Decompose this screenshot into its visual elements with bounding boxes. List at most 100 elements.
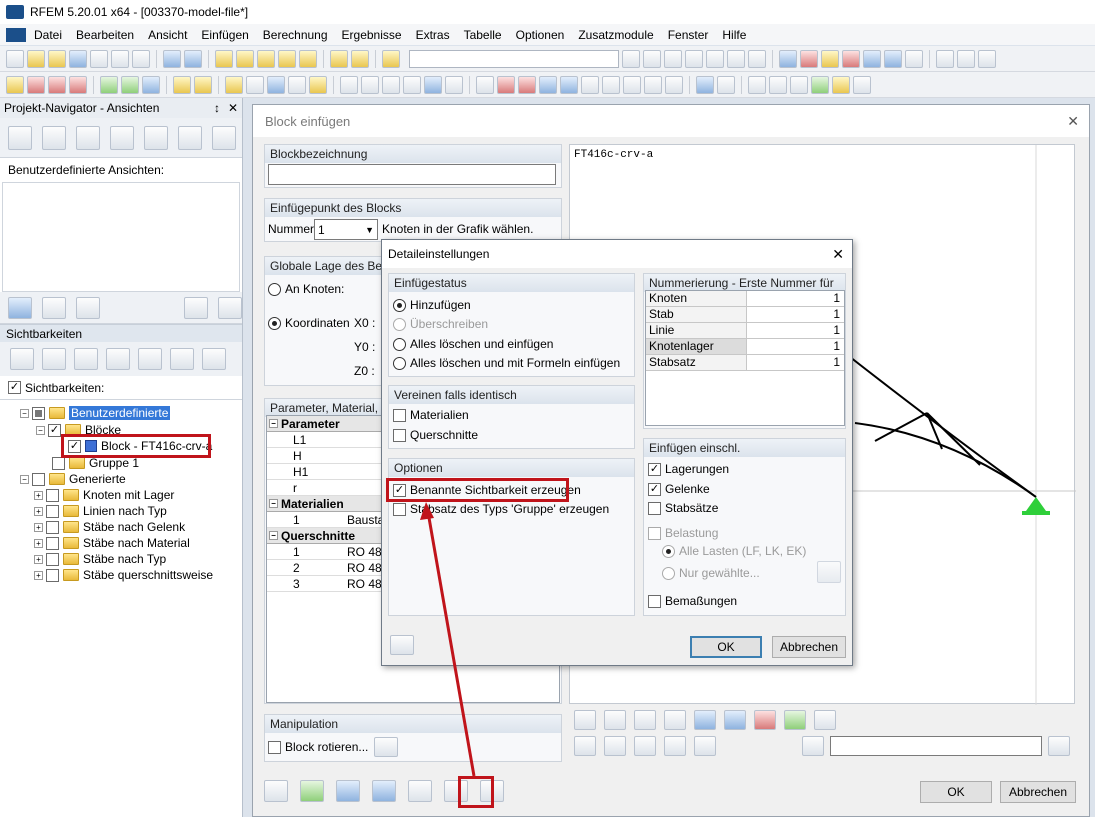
tree-checkbox[interactable]	[32, 473, 45, 486]
next-icon[interactable]	[1048, 736, 1070, 756]
menu-berechnung[interactable]: Berechnung	[263, 28, 328, 42]
add-view-icon[interactable]	[8, 297, 32, 319]
view-minus-y-icon[interactable]	[604, 736, 626, 756]
tree-item-generated-3[interactable]: +Stäbe nach Material	[34, 535, 190, 551]
status-overwrite-radio[interactable]: Überschreiben	[393, 317, 488, 331]
table-icon[interactable]	[330, 50, 348, 68]
view-v-icon[interactable]	[144, 126, 168, 150]
load-icon[interactable]	[225, 76, 243, 94]
menu-zusatzmodule[interactable]: Zusatzmodule	[578, 28, 653, 42]
preview-select[interactable]	[830, 736, 1042, 756]
results-max-icon[interactable]	[727, 50, 745, 68]
close-icon[interactable]: ✕	[228, 101, 238, 115]
opening-icon[interactable]	[142, 76, 160, 94]
open-file-icon[interactable]	[27, 50, 45, 68]
visibility-surfaces-icon[interactable]	[106, 348, 130, 370]
results-icon[interactable]	[278, 50, 296, 68]
tree-item-generated[interactable]: − Generierte	[20, 471, 126, 487]
visibility-lines-icon[interactable]	[42, 348, 66, 370]
scale-icon[interactable]	[403, 76, 421, 94]
view-eye-icon[interactable]	[706, 50, 724, 68]
status-delete-formulas-radio[interactable]: Alles löschen und mit Formeln einfügen	[393, 356, 620, 370]
status-delete-insert-radio[interactable]: Alles löschen und einfügen	[393, 337, 553, 351]
block-name-input[interactable]	[268, 164, 556, 185]
detail-ok-button[interactable]: OK	[690, 636, 762, 658]
menu-fenster[interactable]: Fenster	[668, 28, 709, 42]
new-file-icon[interactable]	[6, 50, 24, 68]
menu-einfuegen[interactable]: Einfügen	[201, 28, 248, 42]
visibility-supports-icon[interactable]	[202, 348, 226, 370]
include-hinges-checkbox[interactable]: ✓Gelenke	[648, 482, 710, 496]
export-icon[interactable]	[372, 780, 396, 802]
include-dims-checkbox[interactable]: Bemaßungen	[648, 594, 737, 608]
collapse-icon[interactable]: −	[36, 426, 45, 435]
loads-selected-radio[interactable]: Nur gewählte...	[662, 566, 760, 580]
pin-icon[interactable]: ↕	[214, 101, 220, 115]
member-icon[interactable]	[69, 76, 87, 94]
load-case-select[interactable]	[409, 50, 619, 68]
results-on-icon[interactable]	[664, 50, 682, 68]
line-icon[interactable]	[27, 76, 45, 94]
previous-icon[interactable]	[802, 736, 824, 756]
measure-icon[interactable]	[957, 50, 975, 68]
show-dimensions-icon[interactable]	[814, 710, 836, 730]
view-minus-y-icon[interactable]	[42, 126, 66, 150]
visibility-members-icon[interactable]	[74, 348, 98, 370]
detail-cancel-button[interactable]: Abbrechen	[772, 636, 846, 658]
support-view-icon[interactable]	[842, 50, 860, 68]
undo-icon[interactable]	[163, 50, 181, 68]
show-supports-icon[interactable]	[634, 710, 656, 730]
iso-view-icon[interactable]	[539, 76, 557, 94]
view-x-icon[interactable]	[574, 736, 596, 756]
view-y-icon[interactable]	[602, 76, 620, 94]
calculate-icon[interactable]	[257, 50, 275, 68]
delete-all-views-icon[interactable]	[218, 297, 242, 319]
view-z-icon[interactable]	[634, 736, 656, 756]
table-row[interactable]: Knotenlager1	[646, 339, 844, 355]
include-supports-checkbox[interactable]: ✓Lagerungen	[648, 462, 729, 476]
block-cancel-button[interactable]: Abbrechen	[1000, 781, 1076, 803]
numbering-table[interactable]: Knoten1 Stab1 Linie1 Knotenlager1 Stabsa…	[645, 290, 845, 426]
node-view-icon[interactable]	[800, 50, 818, 68]
document-icon[interactable]	[6, 28, 26, 42]
zoom-icon[interactable]	[905, 50, 923, 68]
loads-all-radio[interactable]: Alle Lasten (LF, LK, EK)	[662, 544, 806, 558]
settings-icon[interactable]	[717, 76, 735, 94]
hinge-icon[interactable]	[194, 76, 212, 94]
polyline-icon[interactable]	[48, 76, 66, 94]
select-loads-icon[interactable]	[817, 561, 841, 583]
move-icon[interactable]	[340, 76, 358, 94]
filter-icon[interactable]	[497, 76, 515, 94]
zoom-all-icon[interactable]	[694, 736, 716, 756]
collapse-icon[interactable]: −	[20, 475, 29, 484]
render-view-icon[interactable]	[884, 50, 902, 68]
table-row[interactable]: Stabsatz1	[646, 355, 844, 371]
include-sets-checkbox[interactable]: Stabsätze	[648, 501, 718, 515]
display-icon[interactable]	[696, 76, 714, 94]
divide-icon[interactable]	[424, 76, 442, 94]
menu-optionen[interactable]: Optionen	[516, 28, 565, 42]
view-z-icon[interactable]	[623, 76, 641, 94]
table-row[interactable]: Knoten1	[646, 291, 844, 307]
show-nodes-icon[interactable]	[604, 710, 626, 730]
at-node-radio[interactable]: An Knoten:	[268, 282, 344, 296]
edit-icon[interactable]	[215, 50, 233, 68]
tree-item-generated-1[interactable]: +Linien nach Typ	[34, 503, 167, 519]
menu-bearbeiten[interactable]: Bearbeiten	[76, 28, 134, 42]
include-loads-checkbox[interactable]: Belastung	[648, 526, 718, 540]
group-set-checkbox[interactable]: Stabsatz des Typs 'Gruppe' erzeugen	[393, 502, 609, 516]
tree-checkbox[interactable]: ✓	[48, 424, 61, 437]
menu-extras[interactable]: Extras	[416, 28, 450, 42]
table-split-icon[interactable]	[351, 50, 369, 68]
show-supports-green-icon[interactable]	[784, 710, 806, 730]
guideline-icon[interactable]	[769, 76, 787, 94]
folder-icon[interactable]	[299, 50, 317, 68]
solid-icon[interactable]	[121, 76, 139, 94]
visibility-sets-icon[interactable]	[170, 348, 194, 370]
select-icon[interactable]	[476, 76, 494, 94]
view-w-icon[interactable]	[178, 126, 202, 150]
coordinates-radio[interactable]: Koordinaten	[268, 316, 350, 330]
close-icon[interactable]: ✕	[1067, 113, 1079, 130]
menu-ergebnisse[interactable]: Ergebnisse	[342, 28, 402, 42]
model-view-icon[interactable]	[779, 50, 797, 68]
